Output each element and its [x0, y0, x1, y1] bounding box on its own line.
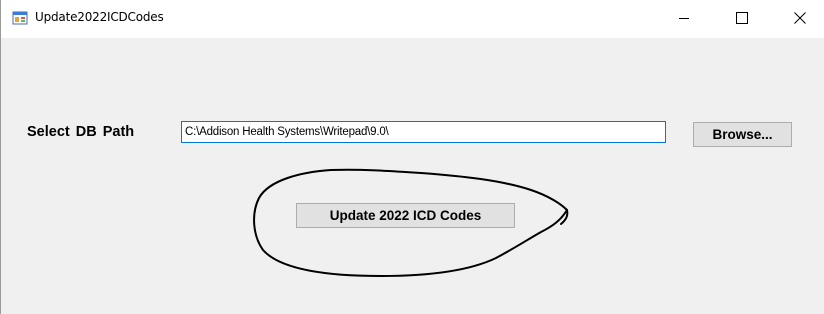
update-icd-codes-button[interactable]: Update 2022 ICD Codes [296, 203, 515, 228]
maximize-icon [736, 12, 748, 24]
browse-button[interactable]: Browse... [693, 122, 792, 147]
db-path-input[interactable] [181, 121, 666, 143]
winforms-app-icon [12, 10, 28, 26]
app-window: Update2022ICDCodes Select DB Path Browse… [0, 0, 824, 314]
window-title: Update2022ICDCodes [35, 10, 164, 24]
minimize-button[interactable] [661, 0, 707, 36]
maximize-button[interactable] [719, 0, 765, 36]
close-button[interactable] [777, 0, 823, 36]
minimize-icon [678, 12, 690, 24]
title-bar[interactable]: Update2022ICDCodes [1, 0, 824, 38]
db-path-label: Select DB Path [27, 124, 135, 140]
hand-drawn-circle-annotation [253, 168, 569, 277]
close-icon [794, 12, 806, 24]
